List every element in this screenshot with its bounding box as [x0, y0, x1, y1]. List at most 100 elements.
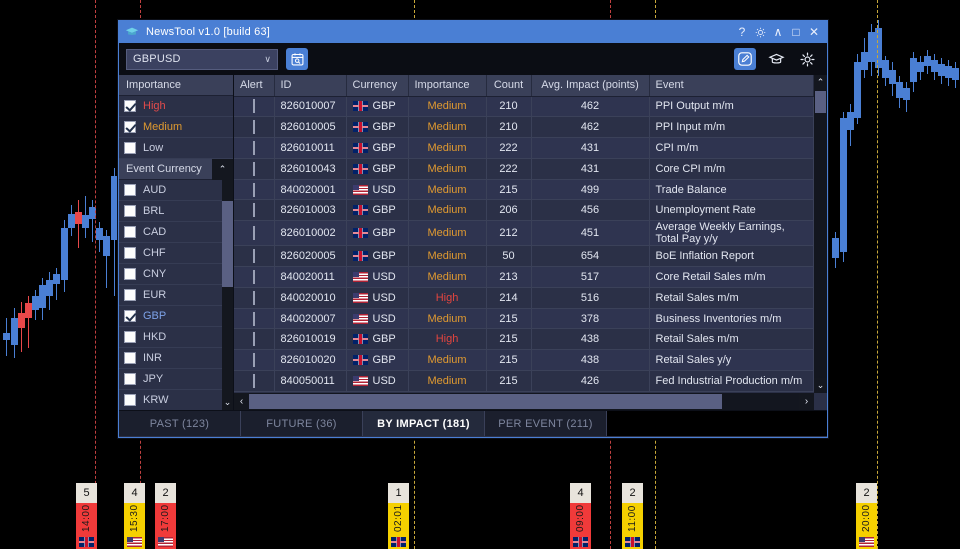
importance-filter-low[interactable]: Low	[119, 138, 233, 159]
alert-checkbox[interactable]	[252, 120, 255, 135]
alert-cell[interactable]	[234, 116, 275, 139]
currency-filter-hkd[interactable]: HKD	[119, 327, 233, 348]
table-row[interactable]: 840020007 USD Medium 215 378 Business Invento…	[234, 308, 814, 330]
alert-checkbox[interactable]	[252, 161, 255, 176]
alert-cell[interactable]	[234, 220, 275, 247]
table-horizontal-scrollbar[interactable]: ‹ ›	[234, 393, 827, 410]
scroll-left-button[interactable]: ‹	[234, 393, 249, 410]
alert-checkbox[interactable]	[252, 311, 255, 326]
alert-cell[interactable]	[234, 287, 275, 309]
table-row[interactable]: 826010002 GBP Medium 212 451 Average Weekly E…	[234, 220, 814, 247]
currency-scroll-up-button[interactable]: ⌃	[212, 159, 233, 180]
event-marker[interactable]: 4 15:30	[124, 483, 145, 549]
importance-filter-medium[interactable]: Medium	[119, 117, 233, 138]
column-header-event[interactable]: Event	[649, 75, 814, 97]
checkbox[interactable]	[124, 331, 136, 343]
event-marker[interactable]: 2 11:00	[622, 483, 643, 549]
checkbox[interactable]	[124, 289, 136, 301]
event-marker[interactable]: 5 14:00	[76, 483, 97, 549]
table-row[interactable]: 840020011 USD Medium 213 517 Core Retail Sale…	[234, 266, 814, 288]
event-marker[interactable]: 1 02:01	[388, 483, 409, 549]
vertical-scrollbar-thumb[interactable]	[815, 91, 826, 113]
tab-past[interactable]: PAST (123)	[119, 411, 241, 436]
currency-filter-eur[interactable]: EUR	[119, 285, 233, 306]
alert-checkbox[interactable]	[252, 140, 255, 155]
checkbox[interactable]	[124, 352, 136, 364]
checkbox[interactable]	[124, 142, 136, 154]
alert-cell[interactable]	[234, 245, 275, 268]
checkbox[interactable]	[124, 247, 136, 259]
alert-cell[interactable]	[234, 370, 275, 392]
calendar-search-button[interactable]	[286, 48, 308, 70]
currency-scrollbar[interactable]: ⌄	[222, 180, 233, 410]
checkbox[interactable]	[124, 394, 136, 406]
horizontal-scrollbar-track[interactable]	[249, 393, 799, 410]
alert-cell[interactable]	[234, 349, 275, 372]
symbol-select[interactable]: GBPUSD ∨	[126, 48, 278, 70]
table-row[interactable]: 826010011 GBP Medium 222 431 CPI m/m	[234, 137, 814, 159]
event-marker[interactable]: 2 17:00	[155, 483, 176, 549]
table-row[interactable]: 840020001 USD Medium 215 499 Trade Balance	[234, 179, 814, 201]
table-row[interactable]: 840020010 USD High 214 516 Retail Sales m/m	[234, 287, 814, 309]
table-row[interactable]: 840050011 USD Medium 215 426 Fed Industrial P…	[234, 370, 814, 392]
column-header-count[interactable]: Count	[486, 75, 532, 97]
alert-checkbox[interactable]	[252, 332, 255, 347]
checkbox[interactable]	[124, 310, 136, 322]
checkbox[interactable]	[124, 205, 136, 217]
scroll-down-button[interactable]: ⌄	[814, 378, 827, 393]
alert-checkbox[interactable]	[252, 290, 255, 305]
maximize-button[interactable]: □	[787, 23, 805, 41]
alert-checkbox[interactable]	[252, 373, 255, 388]
currency-filter-krw[interactable]: KRW	[119, 390, 233, 410]
alert-checkbox[interactable]	[252, 249, 255, 264]
table-row[interactable]: 826010005 GBP Medium 210 462 PPI Input m/m	[234, 116, 814, 139]
education-button[interactable]	[765, 48, 787, 70]
table-row[interactable]: 826010003 GBP Medium 206 456 Unemployment Rat…	[234, 199, 814, 222]
checkbox[interactable]	[124, 268, 136, 280]
checkbox[interactable]	[124, 184, 136, 196]
tab-future[interactable]: FUTURE (36)	[241, 411, 363, 436]
table-row[interactable]: 826010043 GBP Medium 222 431 Core CPI m/m	[234, 158, 814, 180]
settings-gear-button[interactable]	[796, 48, 818, 70]
alert-checkbox[interactable]	[252, 226, 255, 241]
column-header-currency[interactable]: Currency	[346, 75, 409, 97]
minimize-button[interactable]: ∧	[769, 23, 787, 41]
currency-filter-jpy[interactable]: JPY	[119, 369, 233, 390]
currency-scrollbar-thumb[interactable]	[222, 201, 233, 287]
edit-pencil-button[interactable]	[734, 48, 756, 70]
checkbox[interactable]	[124, 373, 136, 385]
currency-filter-brl[interactable]: BRL	[119, 201, 233, 222]
event-marker[interactable]: 4 09:00	[570, 483, 591, 549]
alert-cell[interactable]	[234, 308, 275, 330]
alert-cell[interactable]	[234, 199, 275, 222]
column-header-importance[interactable]: Importance	[408, 75, 487, 97]
currency-filter-gbp[interactable]: GBP	[119, 306, 233, 327]
table-row[interactable]: 826010019 GBP High 215 438 Retail Sales m/m	[234, 328, 814, 351]
alert-cell[interactable]	[234, 137, 275, 159]
alert-cell[interactable]	[234, 328, 275, 351]
theme-button[interactable]	[751, 23, 769, 41]
help-button[interactable]: ?	[733, 23, 751, 41]
alert-cell[interactable]	[234, 158, 275, 180]
column-header-id[interactable]: ID	[274, 75, 347, 97]
currency-filter-aud[interactable]: AUD	[119, 180, 233, 201]
table-vertical-scrollbar[interactable]: ⌃ ⌄	[814, 75, 827, 393]
currency-scroll-down-button[interactable]: ⌄	[222, 395, 233, 410]
table-row[interactable]: 826010020 GBP Medium 215 438 Retail Sales y/y	[234, 349, 814, 372]
currency-filter-chf[interactable]: CHF	[119, 243, 233, 264]
alert-checkbox[interactable]	[252, 203, 255, 218]
column-header-alert[interactable]: Alert	[234, 75, 275, 97]
checkbox[interactable]	[124, 100, 136, 112]
alert-cell[interactable]	[234, 266, 275, 288]
currency-filter-cny[interactable]: CNY	[119, 264, 233, 285]
alert-cell[interactable]	[234, 96, 275, 118]
currency-filter-inr[interactable]: INR	[119, 348, 233, 369]
alert-checkbox[interactable]	[252, 353, 255, 368]
table-row[interactable]: 826020005 GBP Medium 50 654 BoE Inflation Rep…	[234, 245, 814, 268]
horizontal-scrollbar-thumb[interactable]	[249, 394, 722, 409]
checkbox[interactable]	[124, 121, 136, 133]
alert-checkbox[interactable]	[252, 269, 255, 284]
scroll-up-button[interactable]: ⌃	[814, 75, 827, 90]
alert-checkbox[interactable]	[252, 182, 255, 197]
checkbox[interactable]	[124, 226, 136, 238]
